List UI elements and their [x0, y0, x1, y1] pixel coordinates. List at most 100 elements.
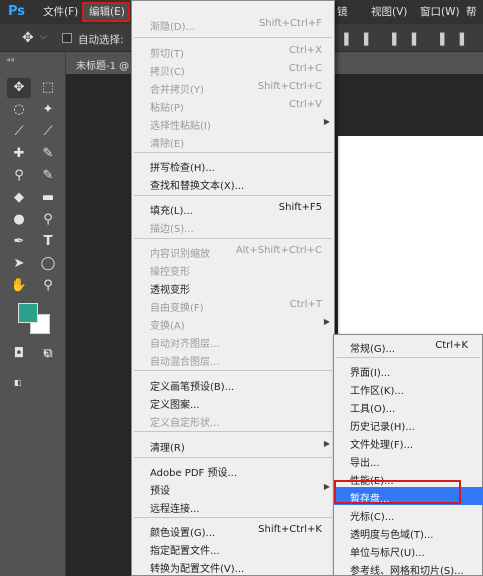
pref-item-general[interactable]: 常规(G)... Ctrl+K	[334, 337, 483, 355]
menu-item-perspective-warp[interactable]: 透视变形	[132, 278, 336, 296]
menu-item-copy[interactable]: 拷贝(C) Ctrl+C	[132, 60, 336, 78]
menu-item-label: 操控变形	[150, 267, 190, 278]
menu-item-label: 光标(C)...	[350, 512, 395, 523]
blur-icon[interactable]: ●	[7, 210, 31, 230]
menu-item-define-shape[interactable]: 定义自定形状...	[132, 411, 336, 429]
eraser-icon[interactable]: ◆	[7, 188, 31, 208]
edit-menu: 渐隐(D)... Shift+Ctrl+F 剪切(T) Ctrl+X 拷贝(C) Ct…	[131, 0, 335, 576]
move-tool-icon[interactable]: ✥	[22, 30, 34, 46]
menu-item-auto-blend[interactable]: 自动混合图层...	[132, 350, 336, 368]
pref-item-tools[interactable]: 工具(O)...	[334, 397, 483, 415]
document-tab[interactable]: 未标题-1 @	[66, 52, 136, 74]
gradient-icon[interactable]: ▬	[36, 188, 60, 208]
menu-item-auto-align[interactable]: 自动对齐图层...	[132, 332, 336, 350]
lasso-icon[interactable]: ◌	[7, 100, 31, 120]
menu-item-define-pattern[interactable]: 定义图案...	[132, 393, 336, 411]
menu-item-label: 选择性粘贴(I)	[150, 121, 211, 132]
menu-item-label: 透明度与色域(T)...	[350, 530, 434, 541]
auto-select-checkbox[interactable]	[62, 33, 72, 43]
menu-item-label: 单位与标尺(U)...	[350, 548, 425, 559]
menu-item-label: 自由变换(F)	[150, 303, 204, 314]
path-selection-icon[interactable]: ➤	[7, 254, 31, 274]
chevron-down-icon[interactable]: ⌵	[40, 32, 47, 42]
menu-item-paste-special[interactable]: 选择性粘贴(I) ▶	[132, 114, 336, 132]
menu-item-fill[interactable]: 填充(L)... Shift+F5	[132, 199, 336, 217]
default-colors-icon[interactable]: ◧	[14, 378, 22, 387]
menu-item-assign-profile[interactable]: 指定配置文件...	[132, 539, 336, 557]
eyedropper-icon[interactable]: ⟋	[36, 122, 60, 142]
menu-item-free-transform[interactable]: 自由变换(F) Ctrl+T	[132, 296, 336, 314]
pref-item-workspace[interactable]: 工作区(K)...	[334, 379, 483, 397]
pref-item-export[interactable]: 导出...	[334, 451, 483, 469]
submenu-arrow-icon: ▶	[323, 482, 330, 491]
menu-item-shortcut: Shift+Ctrl+F	[258, 18, 322, 29]
menu-item-shortcut: Ctrl+T	[289, 299, 322, 310]
menu-item-paste[interactable]: 粘贴(P) Ctrl+V	[132, 96, 336, 114]
align-icons[interactable]: ▐ ▌ ▐ ▌ ▐ ▌ ▐ ▌	[340, 33, 483, 46]
menu-item-define-brush[interactable]: 定义画笔预设(B)...	[132, 375, 336, 393]
menu-item-convert-profile[interactable]: 转换为配置文件(V)...	[132, 557, 336, 575]
pref-item-guides-grid-slices[interactable]: 参考线、网格和切片(S)...	[334, 559, 483, 576]
menu-item-label: 拷贝(C)	[150, 67, 185, 78]
menu-item-remote-connections[interactable]: 远程连接...	[132, 497, 336, 515]
dodge-icon[interactable]: ⚲	[36, 210, 60, 230]
menu-window[interactable]: 窗口(W)	[420, 4, 460, 20]
menu-item-find-replace[interactable]: 查找和替换文本(X)...	[132, 174, 336, 192]
menu-item-shortcut: Shift+F5	[278, 202, 322, 213]
menu-item-clear[interactable]: 清除(E)	[132, 132, 336, 150]
menu-item-transform[interactable]: 变换(A) ▶	[132, 314, 336, 332]
pref-item-file-handling[interactable]: 文件处理(F)...	[334, 433, 483, 451]
crop-icon[interactable]: ⟋	[7, 122, 31, 142]
pref-item-cursors[interactable]: 光标(C)...	[334, 505, 483, 523]
menu-item-label: 预设	[150, 486, 170, 497]
menu-item-shortcut: Ctrl+C	[288, 63, 322, 74]
menu-item-label: 定义画笔预设(B)...	[150, 382, 235, 393]
pen-icon[interactable]: ✒	[7, 232, 31, 252]
menu-item-copy-merged[interactable]: 合并拷贝(Y) Shift+Ctrl+C	[132, 78, 336, 96]
type-icon[interactable]: T	[36, 232, 60, 252]
menu-item-cut[interactable]: 剪切(T) Ctrl+X	[132, 42, 336, 60]
menu-view[interactable]: 视图(V)	[371, 4, 407, 20]
screen-mode-icon[interactable]: ⧉	[36, 344, 60, 364]
hand-icon[interactable]: ✋	[7, 276, 31, 296]
menu-edit[interactable]: 编辑(E)	[82, 2, 130, 22]
zoom-icon[interactable]: ⚲	[36, 276, 60, 296]
quick-mask-icon[interactable]: ◘	[7, 344, 31, 364]
menu-help[interactable]: 帮	[466, 4, 477, 20]
menu-item-pdf-presets[interactable]: Adobe PDF 预设...	[132, 461, 336, 479]
pref-item-transparency-gamut[interactable]: 透明度与色域(T)...	[334, 523, 483, 541]
menu-item-spell-check[interactable]: 拼写检查(H)...	[132, 156, 336, 174]
menu-item-label: 合并拷贝(Y)	[150, 85, 204, 96]
stamp-icon[interactable]: ⚲	[7, 166, 31, 186]
menu-item-label: 常规(G)...	[350, 344, 396, 355]
menu-item-fade[interactable]: 渐隐(D)... Shift+Ctrl+F	[132, 15, 336, 33]
pref-item-interface[interactable]: 界面(I)...	[334, 361, 483, 379]
auto-select-label: 自动选择:	[78, 34, 124, 46]
ellipse-icon[interactable]: ◯	[36, 254, 60, 274]
history-brush-icon[interactable]: ✎	[36, 166, 60, 186]
menu-item-shortcut: Ctrl+K	[435, 340, 468, 351]
foreground-color-swatch[interactable]	[18, 303, 38, 323]
collapse-icon[interactable]: ◂◂	[6, 55, 14, 64]
pref-item-units-rulers[interactable]: 单位与标尺(U)...	[334, 541, 483, 559]
menu-item-label: 指定配置文件...	[150, 546, 220, 557]
menu-file[interactable]: 文件(F)	[43, 4, 78, 20]
magic-wand-icon[interactable]: ✦	[36, 100, 60, 120]
move-icon[interactable]: ✥	[7, 78, 31, 98]
menu-item-presets[interactable]: 预设 ▶	[132, 479, 336, 497]
menu-item-puppet-warp[interactable]: 操控变形	[132, 260, 336, 278]
menu-item-shortcut: Alt+Shift+Ctrl+C	[235, 245, 322, 256]
healing-brush-icon[interactable]: ✚	[7, 144, 31, 164]
menu-item-purge[interactable]: 清理(R) ▶	[132, 436, 336, 454]
menu-item-color-settings[interactable]: 颜色设置(G)... Shift+Ctrl+K	[132, 521, 336, 539]
menu-filter[interactable]: 镜	[337, 4, 348, 20]
menu-item-label: 工具(O)...	[350, 404, 396, 415]
brush-icon[interactable]: ✎	[36, 144, 60, 164]
menu-item-label: Adobe PDF 预设...	[150, 468, 238, 479]
menu-item-content-aware-scale[interactable]: 内容识别缩放 Alt+Shift+Ctrl+C	[132, 242, 336, 260]
marquee-icon[interactable]: ⬚	[36, 78, 60, 98]
menu-separator	[134, 238, 332, 239]
pref-item-history-log[interactable]: 历史记录(H)...	[334, 415, 483, 433]
menu-item-stroke[interactable]: 描边(S)...	[132, 217, 336, 235]
photoshop-logo: Ps	[8, 4, 26, 19]
